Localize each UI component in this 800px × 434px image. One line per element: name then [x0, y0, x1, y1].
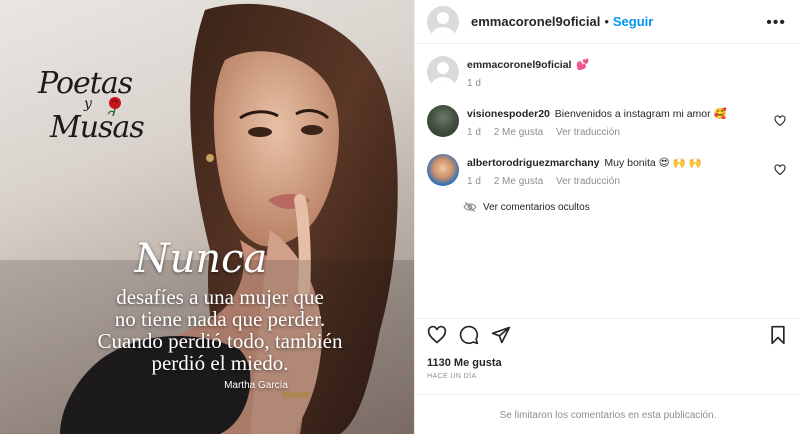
comment-like-heart-icon[interactable] — [774, 115, 786, 127]
comment-likes[interactable]: 2 Me gusta — [494, 176, 543, 187]
quote-text: Nunca desafíes a una mujer que no tiene … — [60, 236, 380, 391]
quote-first-word: Nunca — [134, 236, 268, 282]
caption-row: emmacoronel9oficial 💕 1 d — [427, 56, 788, 89]
caption-text: 💕 — [576, 59, 590, 71]
like-count[interactable]: 1130 Me gusta — [427, 357, 502, 369]
comment-text: Bienvenidos a instagram mi amor 🥰 — [554, 108, 727, 120]
heart-icon[interactable] — [427, 325, 447, 345]
translate-link[interactable]: Ver traducción — [556, 127, 620, 138]
translate-link[interactable]: Ver traducción — [556, 176, 620, 187]
comment-row: albertorodriguezmarchany Muy bonita 😍 🙌 … — [427, 154, 788, 187]
quote-author: Martha García — [224, 380, 288, 391]
commenter-avatar[interactable] — [427, 105, 459, 137]
comment-likes[interactable]: 2 Me gusta — [494, 127, 543, 138]
author-avatar[interactable] — [427, 5, 459, 38]
comment-time[interactable]: 1 d — [467, 176, 481, 187]
instagram-post: Poetas y Musas Nunca desafíes a una muje… — [0, 0, 800, 434]
caption-avatar[interactable] — [427, 56, 459, 88]
comment-time[interactable]: 1 d — [467, 127, 481, 138]
poetas-y-musas-logo: Poetas y Musas — [38, 66, 145, 145]
comment-icon[interactable] — [459, 325, 479, 345]
quote-line: Cuando perdió todo, también — [97, 329, 343, 353]
comment-text: Muy bonita 😍 🙌 🙌 — [604, 157, 702, 169]
comments-list: emmacoronel9oficial 💕 1 d visionespoder2… — [415, 44, 800, 318]
quote-line: perdió el miedo. — [151, 351, 289, 375]
hidden-comments-label: Ver comentarios ocultos — [483, 201, 590, 213]
quote-line: no tiene nada que perder. — [114, 307, 326, 331]
rose-icon — [107, 97, 121, 116]
quote-line: desafíes a una mujer que — [116, 285, 324, 309]
share-icon[interactable] — [491, 325, 511, 345]
post-header: emmacoronel9oficial • Seguir ••• — [415, 0, 800, 44]
follow-button[interactable]: Seguir — [613, 14, 653, 29]
separator-dot: • — [604, 14, 609, 29]
comments-limited-notice: Se limitaron los comentarios en esta pub… — [415, 394, 800, 434]
more-options-icon[interactable]: ••• — [766, 14, 786, 32]
post-image[interactable]: Poetas y Musas Nunca desafíes a una muje… — [0, 0, 414, 434]
commenter-avatar[interactable] — [427, 154, 459, 186]
author-username[interactable]: emmacoronel9oficial — [471, 14, 600, 29]
commenter-username[interactable]: albertorodriguezmarchany — [467, 157, 599, 169]
caption-username[interactable]: emmacoronel9oficial — [467, 59, 571, 71]
bookmark-icon[interactable] — [769, 325, 787, 345]
comment-like-heart-icon[interactable] — [774, 164, 786, 176]
post-side-panel: emmacoronel9oficial • Seguir ••• emmacor… — [414, 0, 800, 434]
action-bar — [415, 318, 800, 352]
comment-row: visionespoder20 Bienvenidos a instagram … — [427, 105, 788, 138]
view-hidden-comments-button[interactable]: Ver comentarios ocultos — [463, 201, 788, 213]
post-timestamp[interactable]: HACE UN DÍA — [427, 373, 477, 380]
eye-slash-icon — [463, 201, 477, 213]
commenter-username[interactable]: visionespoder20 — [467, 108, 550, 120]
caption-time[interactable]: 1 d — [467, 78, 481, 89]
